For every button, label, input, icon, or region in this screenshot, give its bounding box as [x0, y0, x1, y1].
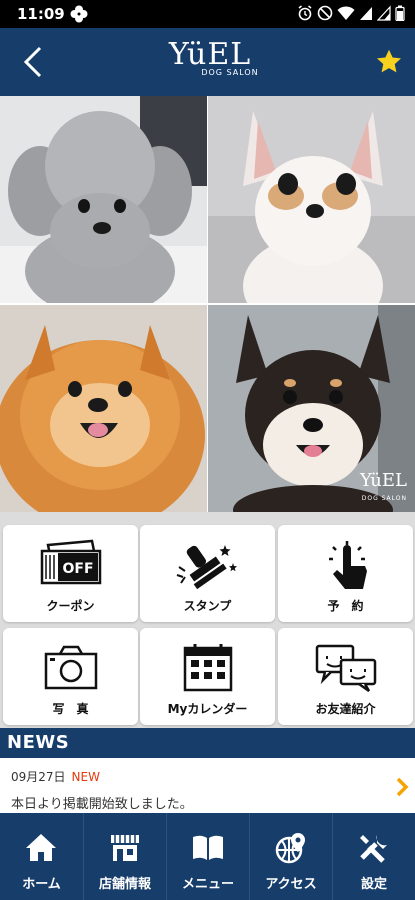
news-new-badge: NEW — [71, 770, 100, 784]
reservation-tile[interactable]: 予 約 — [278, 525, 413, 622]
nav-label-shop-info: 店舗情報 — [98, 877, 151, 892]
status-time: 11:09 — [17, 5, 65, 23]
nav-item-settings[interactable]: 設定 — [332, 813, 415, 900]
referral-label: お友達紹介 — [315, 702, 376, 716]
stamp-icon — [176, 545, 237, 590]
news-title: NEWS — [7, 732, 70, 753]
nav-item-shop-info[interactable]: 店舗情報 — [83, 813, 166, 900]
book-icon — [193, 835, 223, 860]
logo-sub-text: DOG SALON — [201, 68, 259, 77]
favorite-button[interactable] — [375, 48, 403, 76]
chevron-right-icon — [396, 777, 409, 797]
app-logo: YüEL DOG SALON — [140, 38, 280, 90]
shop-icon — [111, 835, 139, 861]
nav-item-home[interactable]: ホーム — [0, 813, 83, 900]
app-header: YüEL DOG SALON — [0, 28, 415, 96]
pomeranian-photo — [0, 305, 207, 512]
shiba-photo: YüEL DOG SALON — [208, 305, 415, 512]
news-date-text: 09月27日 — [11, 770, 66, 784]
signal-icon — [359, 5, 373, 21]
news-section-header: NEWS — [0, 728, 415, 758]
coupon-icon: OFF — [40, 539, 102, 585]
alarm-icon — [297, 5, 313, 21]
menu-grid: OFF クーポン スタンプ 予 約 写 真 Myカレンダー お友達紹介 — [0, 512, 415, 728]
grey-poodle-photo — [0, 96, 207, 303]
silent-icon — [317, 5, 333, 21]
battery-icon — [395, 5, 405, 21]
bottom-navigation: ホーム 店舗情報 メニュー アクセス 設定 — [0, 813, 415, 900]
wifi-icon — [337, 5, 355, 21]
coupon-tile[interactable]: OFF クーポン — [3, 525, 138, 622]
nav-label-access: アクセス — [265, 877, 317, 892]
photo-label: 写 真 — [52, 702, 89, 716]
calendar-icon — [183, 644, 233, 692]
nav-label-menu: メニュー — [181, 877, 234, 892]
nav-label-settings: 設定 — [360, 877, 387, 892]
stamp-tile[interactable]: スタンプ — [140, 525, 275, 622]
calendar-label: Myカレンダー — [167, 702, 248, 716]
camera-icon — [44, 645, 98, 690]
coupon-off-text: OFF — [62, 561, 93, 577]
home-icon — [26, 834, 56, 861]
chat-bubbles-icon — [315, 644, 377, 693]
status-bar: 11:09 — [0, 0, 415, 28]
stamp-label: スタンプ — [183, 599, 232, 613]
dog-photo-grid: YüEL DOG SALON — [0, 96, 415, 512]
watermark-sub-text: DOG SALON — [361, 495, 407, 502]
news-text: 本日より掲載開始致しました。 — [11, 797, 193, 812]
watermark-main-text: YüEL — [359, 470, 407, 491]
reservation-label: 予 約 — [327, 599, 364, 613]
star-icon — [376, 49, 402, 73]
news-date: 09月27日 NEW — [11, 768, 100, 785]
chihuahua-photo — [208, 96, 415, 303]
globe-pin-icon — [275, 833, 305, 864]
chevron-left-icon — [23, 46, 42, 78]
photo-watermark: YüEL DOG SALON — [360, 472, 407, 508]
nav-item-access[interactable]: アクセス — [249, 813, 332, 900]
pinwheel-icon — [70, 5, 88, 27]
photo-tile[interactable]: 写 真 — [3, 628, 138, 725]
referral-tile[interactable]: お友達紹介 — [278, 628, 413, 725]
tap-icon — [329, 541, 367, 589]
logo-main-text: YüEL — [168, 37, 252, 72]
nav-item-menu[interactable]: メニュー — [166, 813, 249, 900]
tools-icon — [360, 835, 387, 863]
back-button[interactable] — [16, 44, 52, 80]
coupon-label: クーポン — [46, 599, 95, 613]
nav-label-home: ホーム — [22, 877, 61, 892]
calendar-tile[interactable]: Myカレンダー — [140, 628, 275, 725]
signal-icon — [377, 5, 391, 21]
news-list-item[interactable]: 09月27日 NEW 本日より掲載開始致しました。 — [0, 758, 415, 813]
